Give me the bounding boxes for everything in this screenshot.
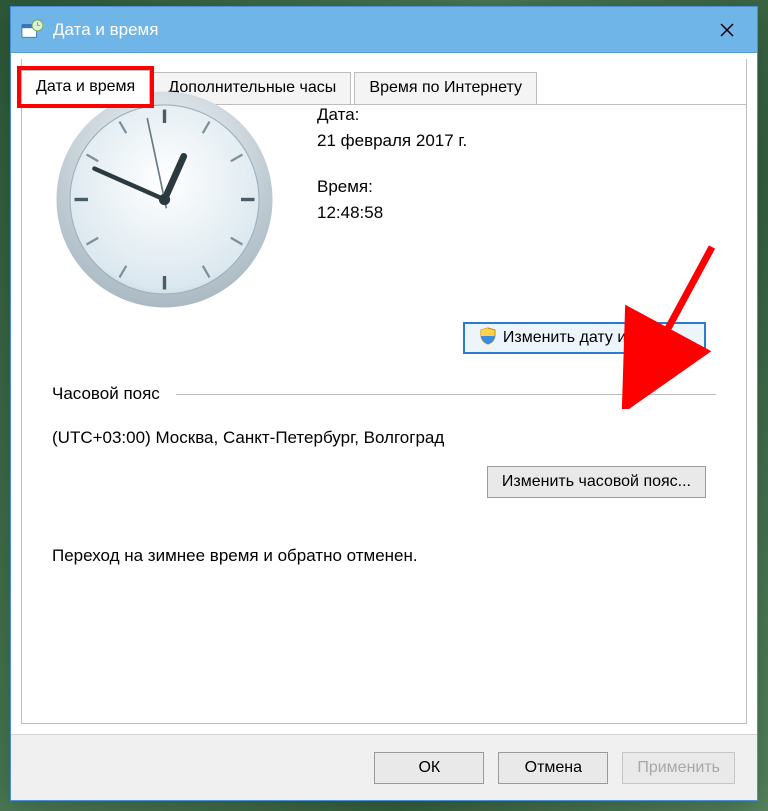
timezone-heading: Часовой пояс bbox=[52, 384, 160, 404]
change-timezone-button[interactable]: Изменить часовой пояс... bbox=[487, 466, 706, 498]
ok-button[interactable]: ОК bbox=[374, 752, 484, 784]
close-button[interactable] bbox=[707, 10, 747, 50]
date-time-window: Дата и время Дата и время Дополнительные… bbox=[10, 6, 758, 801]
apply-label: Применить bbox=[637, 759, 720, 777]
change-timezone-label: Изменить часовой пояс... bbox=[502, 473, 691, 491]
dst-note: Переход на зимнее время и обратно отмене… bbox=[52, 546, 716, 566]
ok-label: ОК bbox=[418, 759, 440, 777]
change-date-time-label: Изменить дату и время... bbox=[503, 329, 690, 347]
timezone-value: (UTC+03:00) Москва, Санкт-Петербург, Вол… bbox=[52, 428, 716, 448]
time-value: 12:48:58 bbox=[317, 203, 716, 223]
time-label: Время: bbox=[317, 177, 716, 197]
titlebar[interactable]: Дата и время bbox=[11, 7, 757, 53]
dialog-footer: ОК Отмена Применить bbox=[11, 734, 757, 800]
analog-clock bbox=[52, 87, 277, 312]
date-value: 21 февраля 2017 г. bbox=[317, 131, 716, 151]
date-label: Дата: bbox=[317, 105, 716, 125]
cancel-button[interactable]: Отмена bbox=[498, 752, 608, 784]
cancel-label: Отмена bbox=[525, 759, 582, 777]
uac-shield-icon bbox=[479, 327, 497, 350]
change-date-time-button[interactable]: Изменить дату и время... bbox=[463, 322, 706, 354]
date-time-icon bbox=[21, 19, 43, 41]
tab-panel: Дата: 21 февраля 2017 г. Время: 12:48:58… bbox=[21, 59, 747, 724]
divider bbox=[176, 394, 716, 395]
tab-date-time[interactable]: Дата и время bbox=[21, 70, 150, 104]
apply-button[interactable]: Применить bbox=[622, 752, 735, 784]
window-title: Дата и время bbox=[53, 20, 158, 40]
date-time-info: Дата: 21 февраля 2017 г. Время: 12:48:58 bbox=[317, 87, 716, 312]
